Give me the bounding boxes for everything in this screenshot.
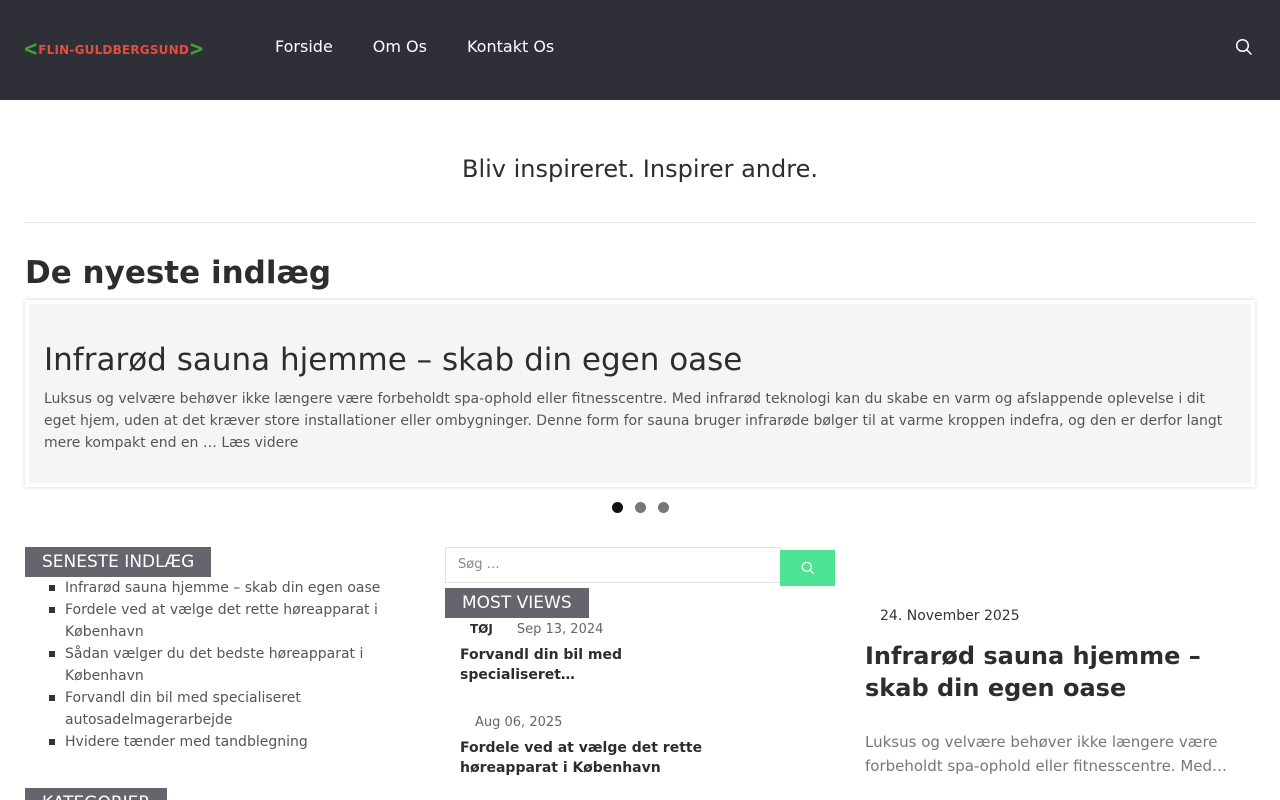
search-icon[interactable]: [1235, 38, 1255, 58]
site-logo[interactable]: < FLIN-GULDBERGSUND >: [24, 38, 203, 62]
slider-dot-2[interactable]: [635, 502, 646, 513]
most-views-meta: Aug 06, 2025: [460, 712, 720, 732]
categories-title: KATEGORIER: [25, 788, 168, 800]
site-header: < FLIN-GULDBERGSUND > Forside Om Os Kont…: [0, 0, 1280, 100]
logo-chevron-right-icon: >: [190, 37, 204, 62]
slide: Infrarød sauna hjemme – skab din egen oa…: [29, 304, 1251, 483]
category-badge[interactable]: TØJ: [470, 622, 493, 636]
post-date: Sep 13, 2024: [516, 621, 604, 637]
logo-chevron-left-icon: <: [24, 37, 38, 62]
slider-dots: [612, 502, 669, 513]
most-views-meta: TØJ Sep 13, 2024: [460, 619, 720, 639]
list-item[interactable]: Sådan vælger du det bedste høreapparat i…: [49, 643, 395, 687]
slide-title[interactable]: Infrarød sauna hjemme – skab din egen oa…: [44, 342, 742, 378]
slide-excerpt: Luksus og velvære behøver ikke længere v…: [44, 388, 1224, 454]
most-views-title: MOST VIEWS: [445, 588, 589, 618]
slider-dot-1[interactable]: [612, 502, 623, 513]
nav-item-forside[interactable]: Forside: [275, 37, 333, 56]
logo-text: FLIN-GULDBERGSUND: [38, 43, 190, 57]
search-icon: [801, 561, 814, 575]
featured-post-excerpt: Luksus og velvære behøver ikke længere v…: [865, 733, 1228, 775]
list-item[interactable]: Fordele ved at vælge det rette høreappar…: [49, 599, 395, 643]
latest-posts-slider: Infrarød sauna hjemme – skab din egen oa…: [25, 300, 1255, 487]
search-button[interactable]: [780, 550, 835, 586]
divider: [25, 222, 1255, 223]
nav-item-om-os[interactable]: Om Os: [373, 37, 427, 56]
search-input[interactable]: Søg …: [445, 547, 781, 583]
nav-item-kontakt-os[interactable]: Kontakt Os: [467, 37, 554, 56]
most-views-post-title[interactable]: Fordele ved at vælge det rette høreappar…: [460, 738, 720, 778]
read-more-link[interactable]: Læs videre: [221, 435, 298, 451]
recent-posts-list: Infrarød sauna hjemme – skab din egen oa…: [49, 577, 395, 753]
most-views-item: Aug 06, 2025 Fordele ved at vælge det re…: [460, 712, 720, 778]
list-item[interactable]: Hvidere tænder med tandblegning: [49, 731, 395, 753]
most-views-post-title[interactable]: Forvandl din bil med specialiseret…: [460, 645, 720, 685]
featured-post-title[interactable]: Infrarød sauna hjemme – skab din egen oa…: [865, 640, 1255, 704]
most-views-item: TØJ Sep 13, 2024 Forvandl din bil med sp…: [460, 619, 720, 685]
post-date: Aug 06, 2025: [475, 714, 563, 730]
slider-dot-3[interactable]: [658, 502, 669, 513]
site-tagline: Bliv inspireret. Inspirer andre.: [462, 155, 818, 183]
latest-posts-heading: De nyeste indlæg: [25, 255, 332, 291]
featured-post-date: 24. November 2025: [880, 608, 1020, 624]
recent-posts-title: SENESTE INDLÆG: [25, 547, 212, 577]
main-nav: Forside Om Os Kontakt Os: [275, 37, 554, 56]
list-item[interactable]: Infrarød sauna hjemme – skab din egen oa…: [49, 577, 395, 599]
list-item[interactable]: Forvandl din bil med specialiseret autos…: [49, 687, 395, 731]
